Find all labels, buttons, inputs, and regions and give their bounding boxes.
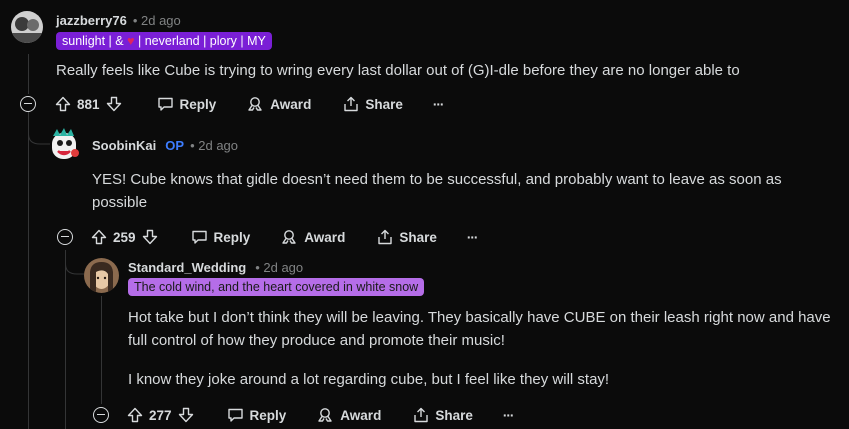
award-icon [248, 97, 262, 111]
comment-actions: 277 Reply Award Share ··· [127, 403, 514, 427]
avatar[interactable] [84, 258, 119, 293]
username[interactable]: SoobinKai [92, 138, 156, 153]
vote-group: 259 [91, 229, 158, 245]
reply-label: Reply [249, 407, 287, 423]
reply-label: Reply [213, 229, 251, 245]
reply-button[interactable]: Reply [157, 96, 217, 112]
more-options-button[interactable]: ··· [433, 97, 444, 112]
comment-paragraph: Hot take but I don’t think they will be … [128, 309, 831, 349]
comment-body: Really feels like Cube is trying to wrin… [56, 59, 836, 82]
reply-icon [157, 97, 173, 111]
reply-icon [227, 408, 243, 422]
more-options-button[interactable]: ··· [503, 408, 514, 423]
avatar-image [52, 128, 79, 159]
share-label: Share [365, 96, 403, 112]
avatar[interactable] [11, 11, 43, 43]
upvote-icon[interactable] [55, 96, 71, 112]
comment-header: Standard_Wedding • 2d ago [128, 258, 303, 276]
comment-body: YES! Cube knows that gidle doesn’t need … [92, 168, 832, 214]
avatar[interactable] [48, 127, 80, 163]
timestamp[interactable]: • 2d ago [190, 138, 238, 153]
downvote-icon[interactable] [178, 407, 194, 423]
award-button[interactable]: Award [246, 96, 311, 112]
award-button[interactable]: Award [316, 407, 381, 423]
avatar-image [11, 11, 43, 43]
comment-actions: 881 Reply Award Share ··· [55, 92, 444, 116]
collapse-button[interactable] [57, 229, 73, 245]
timestamp[interactable]: • 2d ago [133, 13, 181, 28]
comment-paragraph: YES! Cube knows that gidle doesn’t need … [92, 171, 782, 211]
share-icon [378, 229, 393, 245]
username[interactable]: Standard_Wedding [128, 260, 246, 275]
downvote-icon[interactable] [106, 96, 122, 112]
thread-line-level-2[interactable] [65, 250, 66, 429]
reply-icon [191, 230, 207, 244]
award-icon [318, 408, 332, 422]
share-icon [344, 96, 359, 112]
share-button[interactable]: Share [343, 96, 403, 112]
upvote-icon[interactable] [127, 407, 143, 423]
comment-paragraph: I know they joke around a lot regarding … [128, 371, 610, 388]
heart-icon: ♥ [127, 34, 135, 48]
reply-label: Reply [179, 96, 217, 112]
downvote-icon[interactable] [142, 229, 158, 245]
thread-line-level-1[interactable] [28, 54, 29, 94]
comment-paragraph: Really feels like Cube is trying to wrin… [56, 62, 740, 79]
reply-button[interactable]: Reply [191, 229, 251, 245]
reply-button[interactable]: Reply [227, 407, 287, 423]
share-icon [414, 407, 429, 423]
thread-connector [28, 120, 50, 145]
user-flair: The cold wind, and the heart covered in … [128, 278, 425, 296]
user-flair: sunlight | & ♥ | neverland | plory | MY [56, 32, 272, 50]
award-label: Award [270, 96, 312, 112]
comment-header: SoobinKai OP • 2d ago [92, 136, 238, 154]
vote-count: 881 [77, 96, 100, 112]
comment-actions: 259 Reply Award Share ··· [91, 225, 478, 249]
award-label: Award [304, 229, 346, 245]
avatar-image [84, 258, 119, 293]
thread-line-level-3[interactable] [101, 296, 102, 404]
username[interactable]: jazzberry76 [56, 13, 127, 28]
upvote-icon[interactable] [91, 229, 107, 245]
op-badge: OP [165, 137, 185, 153]
vote-count: 259 [113, 229, 136, 245]
share-button[interactable]: Share [413, 407, 473, 423]
more-options-button[interactable]: ··· [467, 230, 478, 245]
vote-group: 277 [127, 407, 194, 423]
award-button[interactable]: Award [280, 229, 345, 245]
collapse-button[interactable] [93, 407, 109, 423]
share-button[interactable]: Share [377, 229, 437, 245]
award-label: Award [340, 407, 382, 423]
comment-body: Hot take but I don’t think they will be … [128, 306, 838, 391]
award-icon [282, 230, 296, 244]
comment-header: jazzberry76 • 2d ago [56, 11, 181, 29]
vote-count: 277 [149, 407, 172, 423]
thread-line-level-1-lower[interactable] [28, 112, 29, 429]
collapse-button[interactable] [20, 96, 36, 112]
share-label: Share [435, 407, 473, 423]
vote-group: 881 [55, 96, 122, 112]
timestamp[interactable]: • 2d ago [255, 260, 303, 275]
share-label: Share [399, 229, 437, 245]
